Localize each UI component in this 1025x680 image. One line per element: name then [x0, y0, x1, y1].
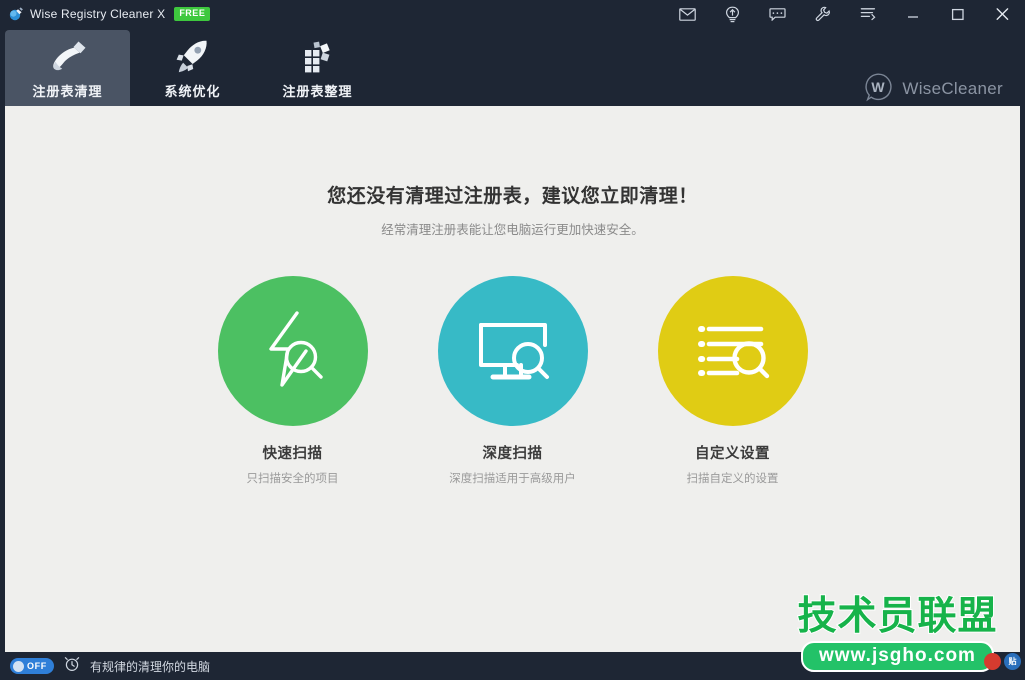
window-title: Wise Registry Cleaner X	[30, 7, 165, 21]
custom-scan-option[interactable]: 自定义设置 扫描自定义的设置	[658, 276, 808, 486]
broom-icon	[45, 37, 91, 77]
sidebar-item-system-optimize[interactable]: 系统优化	[130, 30, 255, 106]
page-title: 您还没有清理过注册表，建议您立即清理！	[5, 181, 1020, 208]
sidebar-item-label: 系统优化	[164, 81, 220, 100]
menu-icon[interactable]	[845, 0, 890, 28]
feedback-icon[interactable]	[755, 0, 800, 28]
sidebar-item-registry-cleaner[interactable]: 注册表清理	[5, 30, 130, 106]
monitor-search-icon	[467, 303, 559, 399]
custom-scan-circle[interactable]	[658, 276, 808, 426]
blocks-icon	[295, 37, 341, 77]
status-bar: OFF 有规律的清理你的电脑	[0, 652, 1025, 680]
quick-scan-desc: 只扫描安全的项目	[247, 470, 339, 486]
scan-options: 快速扫描 只扫描安全的项目	[5, 276, 1020, 486]
maximize-button[interactable]	[935, 0, 980, 28]
wisecleaner-mark-icon: W	[863, 72, 893, 106]
deep-scan-desc: 深度扫描适用于高级用户	[449, 470, 576, 486]
lightning-search-icon	[247, 303, 339, 399]
close-button[interactable]	[980, 0, 1025, 28]
rocket-icon	[170, 37, 216, 77]
deep-scan-title: 深度扫描	[483, 442, 543, 463]
main-content: 您还没有清理过注册表，建议您立即清理！ 经常清理注册表能让您电脑运行更加快速安全…	[5, 106, 1020, 652]
broom-app-icon	[8, 6, 24, 22]
brand-name: WiseCleaner	[902, 79, 1003, 99]
title-bar-left: Wise Registry Cleaner X FREE	[0, 6, 210, 22]
sidebar-item-label: 注册表整理	[282, 81, 352, 100]
sidebar-item-registry-defrag[interactable]: 注册表整理	[255, 30, 380, 106]
status-text: 有规律的清理你的电脑	[90, 658, 210, 675]
custom-scan-desc: 扫描自定义的设置	[687, 470, 779, 486]
title-bar-buttons	[665, 0, 1025, 28]
minimize-button[interactable]	[890, 0, 935, 28]
quick-scan-circle[interactable]	[218, 276, 368, 426]
mail-icon[interactable]	[665, 0, 710, 28]
title-bar: Wise Registry Cleaner X FREE	[0, 0, 1025, 28]
toggle-state-label: OFF	[27, 661, 47, 671]
list-search-icon	[687, 303, 779, 399]
deep-scan-option[interactable]: 深度扫描 深度扫描适用于高级用户	[438, 276, 588, 486]
brand-logo: W WiseCleaner	[863, 72, 1003, 106]
page-subtitle: 经常清理注册表能让您电脑运行更加快速安全。	[5, 219, 1020, 238]
quick-scan-title: 快速扫描	[263, 442, 323, 463]
sidebar-item-label: 注册表清理	[32, 81, 102, 100]
schedule-toggle[interactable]: OFF	[10, 658, 54, 674]
svg-text:W: W	[872, 79, 886, 95]
free-badge: FREE	[174, 7, 210, 21]
custom-scan-title: 自定义设置	[695, 442, 770, 463]
tools-icon[interactable]	[800, 0, 845, 28]
toggle-knob	[13, 661, 24, 672]
app-window: Wise Registry Cleaner X FREE	[0, 0, 1025, 680]
upgrade-icon[interactable]	[710, 0, 755, 28]
deep-scan-circle[interactable]	[438, 276, 588, 426]
quick-scan-option[interactable]: 快速扫描 只扫描安全的项目	[218, 276, 368, 486]
nav-bar: 注册表清理 系统优化	[0, 28, 1025, 106]
alarm-clock-icon[interactable]	[64, 656, 80, 676]
